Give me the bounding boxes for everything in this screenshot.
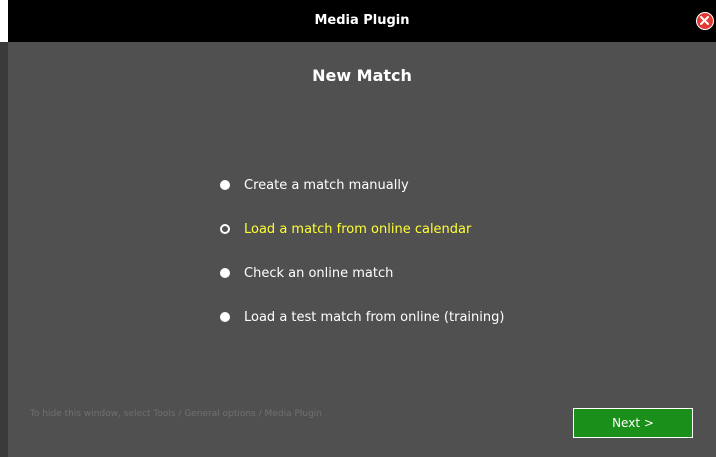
page-title: New Match — [312, 66, 412, 85]
content-area: New Match Create a match manually Load a… — [8, 42, 716, 457]
option-label: Load a match from online calendar — [244, 221, 472, 237]
option-load-test-match[interactable]: Load a test match from online (training) — [220, 295, 504, 339]
option-create-manually[interactable]: Create a match manually — [220, 163, 504, 207]
option-label: Check an online match — [244, 265, 394, 281]
left-edge-dark — [0, 42, 8, 457]
match-options-group: Create a match manually Load a match fro… — [220, 173, 504, 339]
radio-button-selected[interactable] — [220, 224, 230, 234]
window-title: Media Plugin — [314, 13, 410, 28]
radio-button[interactable] — [220, 180, 230, 190]
option-load-from-calendar[interactable]: Load a match from online calendar — [220, 207, 504, 251]
option-label: Create a match manually — [244, 177, 409, 193]
next-button[interactable]: Next > — [573, 408, 693, 438]
media-plugin-window: Media Plugin New Match Create a match ma… — [0, 0, 716, 457]
option-check-online-match[interactable]: Check an online match — [220, 251, 504, 295]
close-icon — [700, 16, 709, 25]
option-label: Load a test match from online (training) — [244, 309, 505, 325]
radio-button[interactable] — [220, 312, 230, 322]
title-bar: Media Plugin — [8, 0, 716, 42]
hide-window-hint: To hide this window, select Tools / Gene… — [30, 409, 322, 419]
left-edge — [0, 0, 8, 457]
radio-button[interactable] — [220, 268, 230, 278]
close-button[interactable] — [696, 12, 714, 30]
